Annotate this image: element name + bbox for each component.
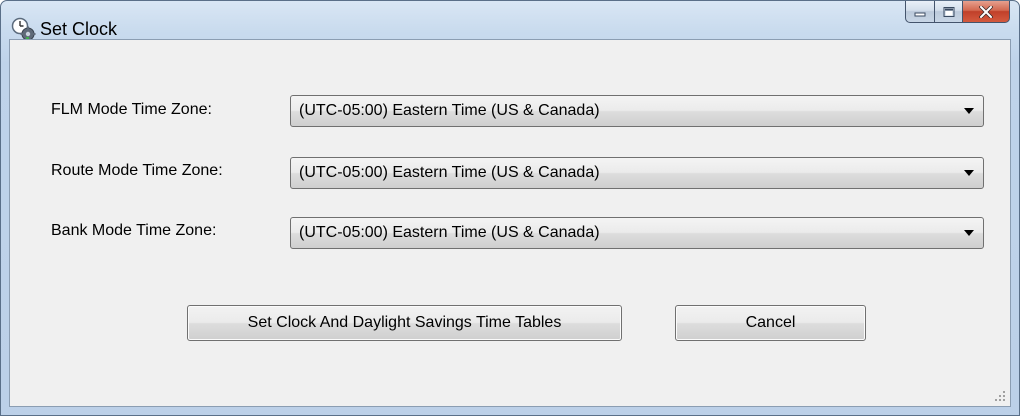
set-clock-and-dst-tables-button[interactable]: Set Clock And Daylight Savings Time Tabl…	[187, 305, 622, 341]
route-mode-time-zone-value: (UTC-05:00) Eastern Time (US & Canada)	[299, 164, 600, 181]
route-mode-time-zone-select[interactable]: (UTC-05:00) Eastern Time (US & Canada)	[290, 157, 984, 189]
dialog-body: FLM Mode Time Zone: (UTC-05:00) Eastern …	[9, 39, 1011, 407]
minimize-button[interactable]	[905, 1, 934, 23]
resize-grip-icon[interactable]	[994, 390, 1006, 402]
bank-mode-time-zone-label: Bank Mode Time Zone:	[51, 222, 217, 239]
window-title: Set Clock	[40, 19, 118, 39]
bank-mode-time-zone-select[interactable]: (UTC-05:00) Eastern Time (US & Canada)	[290, 217, 984, 249]
chevron-down-icon	[964, 170, 974, 176]
caption-buttons	[905, 1, 1010, 23]
set-clock-window: Set Clock FLM Mode Time Zone: (UTC-05:00…	[0, 0, 1020, 416]
bank-mode-time-zone-value: (UTC-05:00) Eastern Time (US & Canada)	[299, 224, 600, 241]
close-button[interactable]	[963, 1, 1010, 23]
flm-mode-time-zone-label: FLM Mode Time Zone:	[51, 101, 212, 118]
close-icon	[979, 5, 993, 18]
chevron-down-icon	[964, 230, 974, 236]
chevron-down-icon	[964, 108, 974, 114]
maximize-icon	[943, 6, 954, 17]
route-mode-time-zone-label: Route Mode Time Zone:	[51, 162, 223, 179]
minimize-icon	[914, 12, 926, 16]
cancel-button[interactable]: Cancel	[675, 305, 866, 341]
flm-mode-time-zone-select[interactable]: (UTC-05:00) Eastern Time (US & Canada)	[290, 95, 984, 127]
flm-mode-time-zone-value: (UTC-05:00) Eastern Time (US & Canada)	[299, 102, 600, 119]
maximize-button[interactable]	[934, 1, 963, 23]
